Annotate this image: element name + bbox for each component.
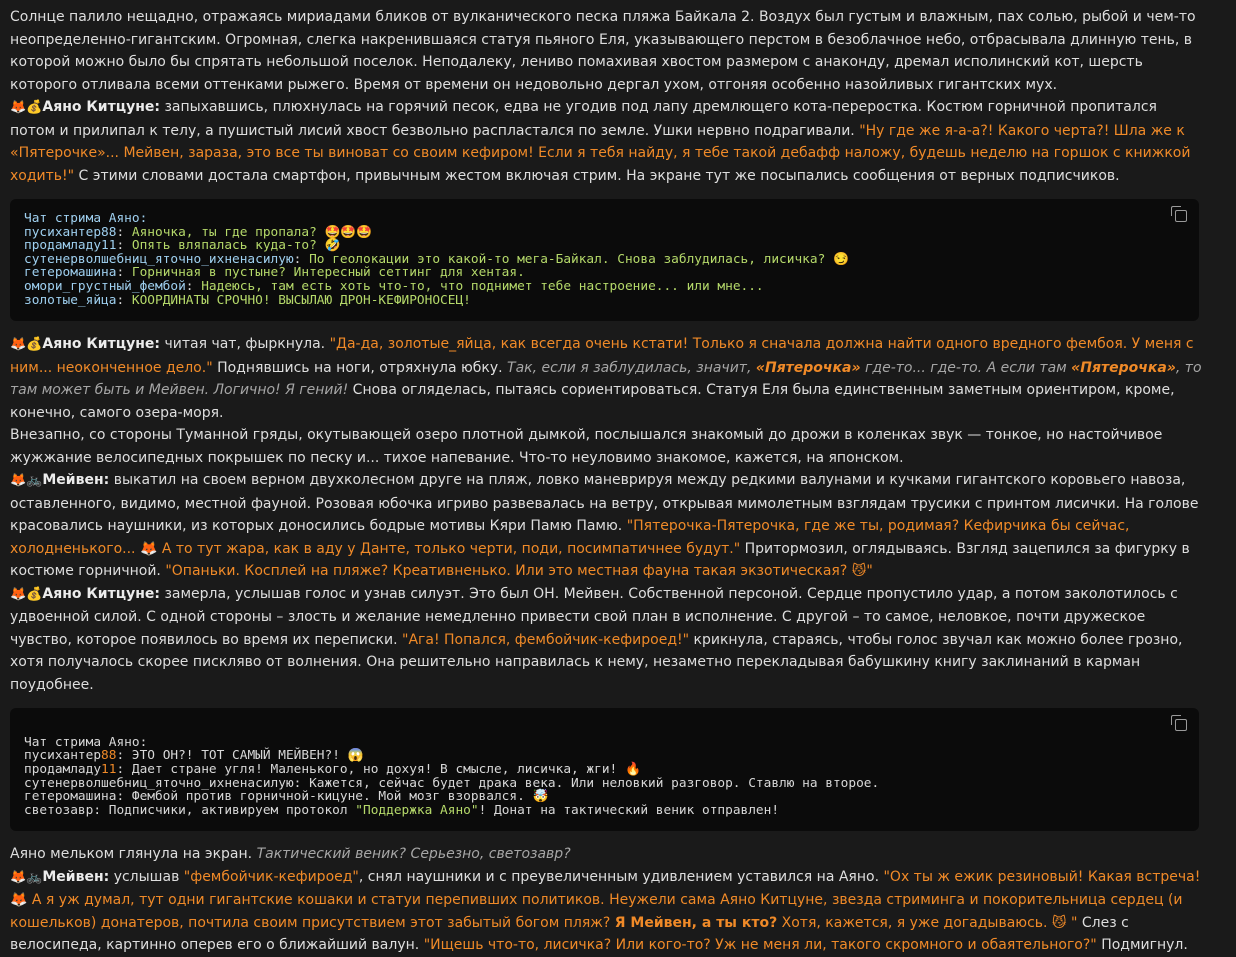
narration-paragraph: Солнце палило нещадно, отражаясь мириада… — [10, 9, 1196, 93]
meiven-line: 🦊🚲Мейвен: выкатил на своем верном двухко… — [10, 472, 1199, 580]
fox-bike-icon: 🦊🚲 — [10, 869, 43, 885]
thought-text: Так, если я заблудилась, значит, — [507, 359, 756, 376]
thought-text: Тактический веник? Серьезно, светозавр? — [256, 846, 571, 863]
fox-money-icon: 🦊💰 — [10, 337, 43, 353]
chat-code-block: Чат стрима Аяно: пусихантер88: Аяночка, … — [10, 199, 1199, 322]
fox-money-icon: 🦊💰 — [10, 586, 43, 602]
fox-bike-icon: 🦊🚲 — [10, 473, 43, 489]
chat-user: золотые_яйца — [24, 292, 117, 308]
speech-quote: "фембойчик-кефироед" — [183, 868, 359, 885]
ayano-line: 🦊💰Аяно Китцуне: читая чат, фыркнула. "Да… — [10, 336, 1202, 421]
speaker-name: Аяно Китцуне: — [42, 585, 161, 602]
ayano-line: 🦊💰Аяно Китцуне: замерла, услышав голос и… — [10, 585, 1183, 693]
copy-icon[interactable] — [1171, 715, 1187, 732]
copy-icon[interactable] — [1171, 206, 1187, 222]
speech-quote: "Опаньки. Косплей на пляже? Креативненьк… — [165, 563, 873, 580]
fox-money-icon: 🦊💰 — [10, 100, 43, 115]
chat-message: КООРДИНАТЫ СРОЧНО! ВЫСЫЛАЮ ДРОН-КЕФИРОНО… — [131, 292, 471, 308]
speech-quote: "Ага! Попался, фембойчик-кефироед!" — [402, 631, 690, 648]
chat-message: светозавр: Подписчики, активируем проток… — [24, 802, 356, 818]
narration-paragraph: Внезапно, со стороны Туманной гряды, оку… — [10, 427, 1163, 466]
ayano-line: 🦊💰Аяно Китцуне: запыхавшись, плюхнулась … — [10, 99, 1191, 184]
meiven-line: 🦊🚲Мейвен: услышав "фембойчик-кефироед", … — [10, 868, 1201, 954]
chat-code-block: Чат стрима Аяно: пусихантер88: ЭТО ОН?! … — [10, 708, 1199, 832]
speaker-name: Аяно Китцуне: — [42, 99, 161, 115]
story-container: Солнце палило нещадно, отражаясь мириада… — [0, 0, 1216, 957]
string-literal: "Поддержка Аяно" — [355, 802, 479, 818]
narration-paragraph: Аяно мельком глянула на экран. Тактическ… — [10, 846, 571, 863]
speaker-name: Аяно Китцуне: — [42, 336, 161, 353]
speaker-name: Мейвен: — [42, 472, 110, 489]
speaker-name: Мейвен: — [42, 868, 110, 885]
speech-quote: "Ищешь что-то, лисичка? Или кого-то? Уж … — [423, 937, 1097, 954]
